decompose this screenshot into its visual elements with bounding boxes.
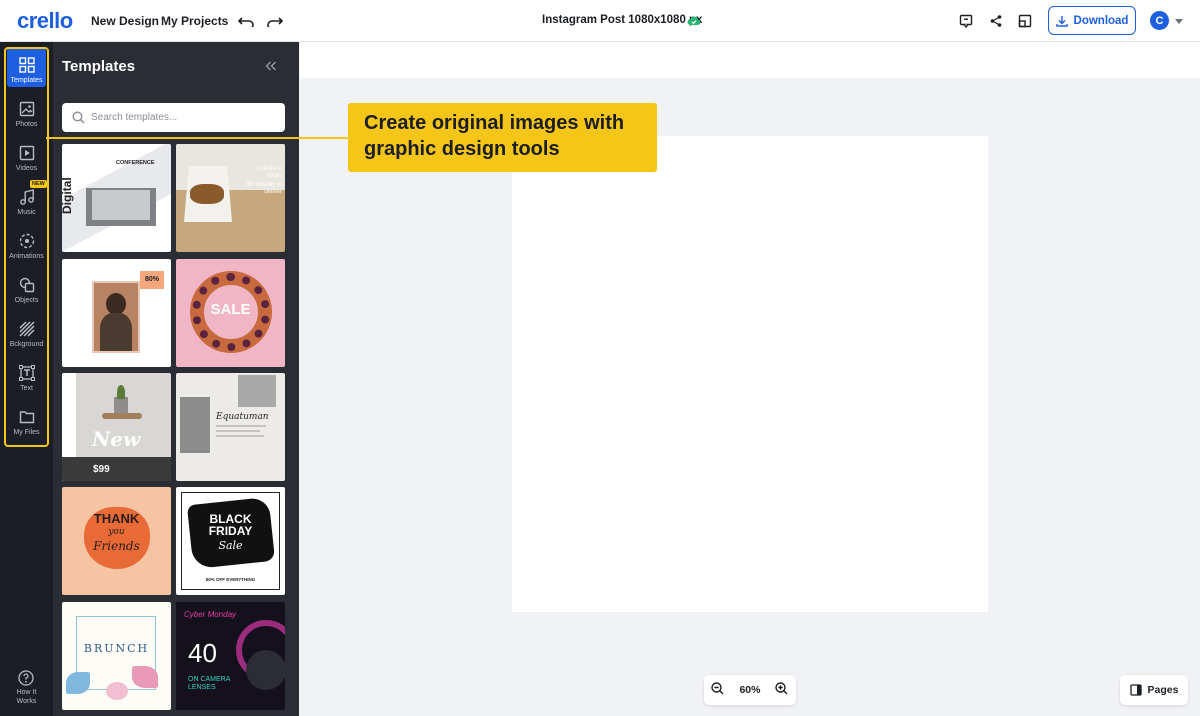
search-input[interactable] — [91, 112, 271, 123]
redo-icon[interactable] — [265, 11, 285, 31]
resize-icon[interactable] — [1015, 11, 1035, 31]
cloud-saved-icon — [684, 10, 704, 30]
download-label: Download — [1073, 14, 1129, 27]
zoom-controls: 60% — [704, 675, 796, 705]
top-bar: crello New Design My Projects Instagram … — [0, 0, 1200, 42]
pages-button[interactable]: Pages — [1120, 675, 1188, 705]
template-text: 50% OFF EVERYTHING — [205, 577, 256, 582]
template-text: SALE — [210, 301, 251, 318]
rail-highlight-frame — [4, 47, 49, 447]
tip-connector — [46, 137, 348, 139]
template-text: 3 clicks to order — [255, 166, 282, 179]
undo-icon[interactable] — [236, 11, 256, 31]
canvas-toolbar-strip — [300, 42, 1200, 78]
zoom-in-icon[interactable] — [775, 682, 788, 698]
template-text: THANK — [93, 511, 140, 526]
tip-callout: Create original images with graphic desi… — [348, 103, 657, 172]
template-text: FRIDAY — [208, 524, 253, 538]
how-it-works-link[interactable]: How It Works — [7, 688, 46, 706]
template-text: Friends — [93, 539, 140, 553]
template-text: New — [92, 427, 141, 451]
template-card[interactable]: CONFERENCE Digital — [62, 144, 171, 252]
pages-icon — [1129, 684, 1142, 696]
template-text: BRUNCH — [83, 642, 150, 655]
avatar[interactable]: C — [1150, 11, 1169, 30]
chevron-down-icon[interactable] — [1172, 11, 1186, 31]
pages-label: Pages — [1147, 684, 1179, 696]
my-projects-link[interactable]: My Projects — [161, 14, 228, 28]
template-text: $99 — [93, 464, 110, 475]
zoom-out-icon[interactable] — [711, 682, 724, 698]
template-card[interactable]: 80% — [62, 259, 171, 367]
template-text: CONFERENCE — [116, 160, 155, 166]
design-artboard[interactable] — [512, 136, 988, 612]
template-text: you — [108, 527, 125, 537]
how-it-works-line1: How It — [16, 689, 37, 696]
comment-icon[interactable] — [956, 11, 976, 31]
template-card[interactable]: BRUNCH — [62, 602, 171, 710]
search-box[interactable] — [62, 103, 285, 132]
template-text: Digital — [62, 177, 74, 214]
template-card[interactable]: SALE — [176, 259, 285, 367]
share-icon[interactable] — [986, 11, 1006, 31]
template-text: Equatuman — [216, 412, 269, 422]
template-card[interactable]: Equatuman — [176, 373, 285, 481]
template-card[interactable]: BLACK FRIDAY Sale 50% OFF EVERYTHING — [176, 487, 285, 595]
download-button[interactable]: Download — [1048, 6, 1136, 35]
template-card[interactable]: 3 clicks to order 30 minutes to deliver — [176, 144, 285, 252]
template-card[interactable]: New $99 — [62, 373, 171, 481]
zoom-level[interactable]: 60% — [739, 684, 760, 696]
panel-title: Templates — [62, 58, 136, 75]
search-icon — [72, 111, 85, 124]
template-text: ON CAMERA LENSES — [188, 676, 231, 691]
template-card[interactable]: Cyber Monday 40 ON CAMERA LENSES — [176, 602, 285, 710]
logo[interactable]: crello — [17, 8, 73, 34]
template-text: 40 — [188, 638, 217, 668]
how-it-works-line2: Works — [16, 698, 37, 705]
collapse-panel-icon[interactable] — [265, 58, 277, 76]
template-text: Cyber Monday — [184, 610, 237, 619]
document-title[interactable]: Instagram Post 1080x1080 px — [542, 14, 702, 26]
template-text: Sale — [218, 539, 243, 552]
template-card[interactable]: THANK you Friends — [62, 487, 171, 595]
download-icon — [1055, 15, 1068, 27]
template-text: 80% — [140, 271, 164, 289]
template-text: 30 minutes to deliver — [245, 182, 282, 195]
new-design-link[interactable]: New Design — [91, 14, 159, 28]
